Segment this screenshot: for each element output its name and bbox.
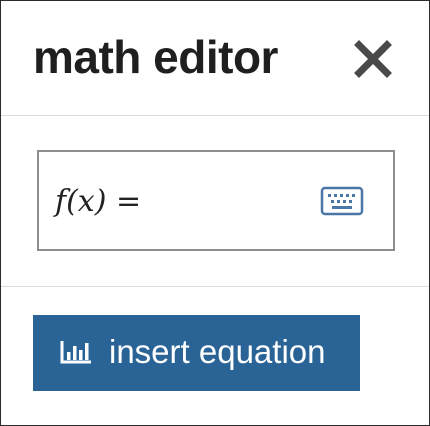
chart-bar-icon [60, 341, 91, 364]
dialog-footer: insert equation [1, 287, 429, 425]
close-icon [354, 40, 392, 78]
dialog-body: f(x) = [1, 116, 429, 287]
insert-equation-button[interactable]: insert equation [33, 315, 360, 391]
insert-equation-label: insert equation [109, 333, 326, 370]
keyboard-icon [320, 186, 364, 216]
math-input-field[interactable]: f(x) = [37, 150, 395, 251]
dialog-header: math editor [1, 1, 429, 116]
math-expression: f(x) = [55, 184, 142, 219]
keyboard-toggle-button[interactable] [320, 186, 364, 216]
math-editor-dialog: math editor f(x) = insert equation [0, 0, 430, 426]
dialog-title: math editor [33, 31, 278, 83]
close-button[interactable] [351, 37, 395, 81]
